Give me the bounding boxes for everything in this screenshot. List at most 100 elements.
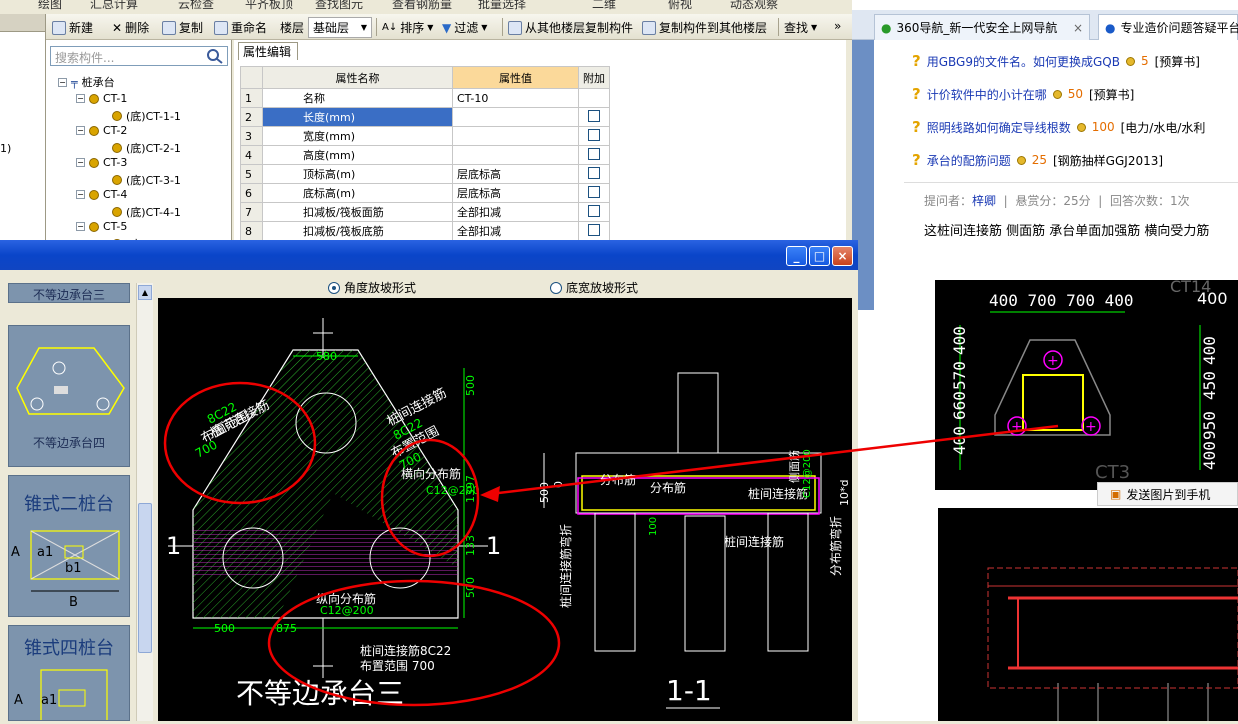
question-item[interactable]: ? 用GBG9的文件名。如何更换成GQB 5 [预算书] bbox=[912, 52, 1200, 70]
extra-checkbox[interactable] bbox=[588, 185, 600, 198]
scroll-up-icon[interactable]: ▲ bbox=[138, 285, 152, 300]
attached-cad-image[interactable]: 400 700 700 400 CT14 400 + + + 400 570 6… bbox=[935, 280, 1238, 490]
batch-select-button[interactable]: 批量选择 bbox=[478, 0, 526, 10]
property-row[interactable]: 1 名称 CT-10 bbox=[240, 88, 610, 108]
question-link[interactable]: 计价软件中的小计在哪 bbox=[927, 86, 1047, 103]
tree-subitem[interactable]: (底)CT-1-1 bbox=[112, 108, 181, 124]
property-value[interactable]: 全部扣减 bbox=[452, 221, 579, 241]
property-value[interactable] bbox=[452, 107, 579, 127]
tree-subitem[interactable]: (底)CT-2-1 bbox=[112, 140, 181, 156]
property-value[interactable]: CT-10 bbox=[452, 88, 579, 108]
thumb-unequal-3[interactable]: 不等边承台三 bbox=[8, 283, 130, 303]
tab-qa-platform[interactable]: ● 专业造价问题答疑平台 bbox=[1098, 14, 1238, 40]
thumb-unequal-4[interactable]: 不等边承台四 bbox=[8, 325, 130, 467]
thumb-cone-4pile[interactable]: 锥式四桩台 a1 A bbox=[8, 625, 130, 721]
property-row[interactable]: 7 扣减板/筏板面筋 全部扣减 bbox=[240, 202, 610, 222]
divider bbox=[904, 182, 1238, 183]
row-number: 6 bbox=[240, 183, 263, 203]
question-link[interactable]: 照明线路如何确定导线根数 bbox=[927, 119, 1071, 136]
collapse-icon[interactable]: − bbox=[76, 94, 85, 103]
svg-text:侧面筋: 侧面筋 bbox=[787, 450, 801, 483]
tree-subitem[interactable]: (底)CT-4-1 bbox=[112, 204, 181, 220]
align-slab-top-button[interactable]: 平齐板顶 bbox=[245, 0, 293, 10]
minimize-button[interactable]: _ bbox=[786, 246, 807, 266]
svg-text:400: 400 bbox=[950, 326, 969, 355]
collapse-icon[interactable]: − bbox=[76, 158, 85, 167]
extra-checkbox[interactable] bbox=[588, 109, 600, 122]
property-value[interactable]: 层底标高 bbox=[452, 183, 579, 203]
property-row[interactable]: 3 宽度(mm) bbox=[240, 126, 610, 146]
svg-text:660: 660 bbox=[950, 391, 969, 420]
svg-text:C12@200: C12@200 bbox=[802, 449, 813, 498]
scroll-thumb[interactable] bbox=[138, 503, 152, 653]
extra-checkbox[interactable] bbox=[588, 223, 600, 236]
extra-checkbox[interactable] bbox=[588, 128, 600, 141]
question-link[interactable]: 承台的配筋问题 bbox=[927, 152, 1011, 169]
question-item[interactable]: ? 照明线路如何确定导线根数 100 [电力/水电/水利 bbox=[912, 118, 1205, 136]
tab-360-nav[interactable]: ● 360导航_新一代安全上网导航 × bbox=[874, 14, 1090, 40]
property-value[interactable] bbox=[452, 126, 579, 146]
property-value[interactable]: 层底标高 bbox=[452, 164, 579, 184]
tree-item[interactable]: − CT-4 bbox=[76, 188, 127, 201]
asker-link[interactable]: 梓卿 bbox=[972, 194, 996, 208]
collapse-icon[interactable]: − bbox=[76, 126, 85, 135]
tree-item[interactable]: − CT-3 bbox=[76, 156, 127, 169]
dialog-title-bar[interactable] bbox=[0, 240, 858, 270]
tree-subitem[interactable]: (底)CT-3-1 bbox=[112, 172, 181, 188]
property-row[interactable]: 6 底标高(m) 层底标高 bbox=[240, 183, 610, 203]
property-row[interactable]: 2 长度(mm) bbox=[240, 107, 610, 127]
extra-checkbox[interactable] bbox=[588, 166, 600, 179]
cad-drawing[interactable]: 580 500 1397 133 500 500 875 桩间连接筋 8C22 … bbox=[158, 298, 852, 721]
tab-property-edit[interactable]: 属性编辑 bbox=[238, 42, 298, 60]
property-name: 底标高(m) bbox=[262, 183, 453, 203]
filter-button[interactable]: ▼ 过滤 ▼ bbox=[442, 19, 487, 36]
maximize-button[interactable]: □ bbox=[809, 246, 830, 266]
view-rebar-button[interactable]: 查看钢筋量 bbox=[392, 0, 452, 10]
property-value[interactable]: 全部扣减 bbox=[452, 202, 579, 222]
width-slope-radio[interactable]: 底宽放坡形式 bbox=[550, 279, 638, 296]
question-link[interactable]: 用GBG9的文件名。如何更换成GQB bbox=[927, 53, 1120, 70]
svg-text:分布筋: 分布筋 bbox=[650, 480, 686, 495]
toolbar-overflow-button[interactable]: » bbox=[834, 19, 841, 33]
find-button[interactable]: 查找 ▼ bbox=[784, 19, 817, 36]
svg-text:1: 1 bbox=[166, 532, 181, 560]
question-points: 25 bbox=[1031, 153, 1047, 167]
close-button[interactable]: × bbox=[832, 246, 853, 266]
shape-thumbnail-list: 不等边承台三 不等边承台四 锥式二桩台 a1 b1 A B 锥式四桩台 a1 A bbox=[0, 275, 154, 721]
property-row[interactable]: 8 扣减板/筏板底筋 全部扣减 bbox=[240, 221, 610, 241]
tree-item[interactable]: − CT-1 bbox=[76, 92, 127, 105]
tree-item[interactable]: − CT-5 bbox=[76, 220, 127, 233]
top-view-button[interactable]: 俯视 bbox=[668, 0, 692, 10]
send-to-phone-button[interactable]: ▣ 发送图片到手机 bbox=[1097, 482, 1238, 506]
copy-to-floor-icon bbox=[642, 20, 656, 35]
question-item[interactable]: ? 承台的配筋问题 25 [钢筋抽样GGJ2013] bbox=[912, 151, 1163, 169]
property-row[interactable]: 5 顶标高(m) 层底标高 bbox=[240, 164, 610, 184]
close-tab-icon[interactable]: × bbox=[1073, 21, 1083, 35]
collapse-icon[interactable]: − bbox=[76, 222, 85, 231]
view-2d-select[interactable]: 二维 bbox=[592, 0, 616, 10]
attached-cad-image-2[interactable] bbox=[938, 508, 1238, 721]
tree-item[interactable]: − CT-2 bbox=[76, 124, 127, 137]
svg-text:580: 580 bbox=[316, 350, 337, 363]
find-element-button[interactable]: 查找图元 bbox=[315, 0, 363, 10]
angle-slope-radio[interactable]: 角度放坡形式 bbox=[328, 279, 416, 296]
collapse-icon[interactable]: − bbox=[76, 190, 85, 199]
svg-text:C12@200: C12@200 bbox=[426, 484, 480, 497]
thumbnail-scrollbar[interactable]: ▲ bbox=[136, 283, 153, 721]
svg-text:桩间连接筋弯折: 桩间连接筋弯折 bbox=[558, 524, 573, 608]
phone-icon: ▣ bbox=[1110, 487, 1122, 501]
thumb-cone-2pile[interactable]: 锥式二桩台 a1 b1 A B bbox=[8, 475, 130, 617]
question-tag: [电力/水电/水利 bbox=[1120, 120, 1206, 135]
copy-to-floor-button[interactable]: 复制构件到其他楼层 bbox=[642, 19, 767, 36]
extra-checkbox[interactable] bbox=[588, 147, 600, 160]
copy-from-floor-button[interactable]: 从其他楼层复制构件 bbox=[508, 19, 633, 36]
extra-checkbox[interactable] bbox=[588, 204, 600, 217]
sort-button[interactable]: A↓ 排序 ▼ bbox=[382, 19, 433, 36]
property-row[interactable]: 4 高度(mm) bbox=[240, 145, 610, 165]
gear-icon bbox=[89, 125, 99, 136]
dynamic-view-button[interactable]: 动态观察 bbox=[730, 0, 778, 10]
question-item[interactable]: ? 计价软件中的小计在哪 50 [预算书] bbox=[912, 85, 1134, 103]
property-value[interactable] bbox=[452, 145, 579, 165]
floor-select[interactable]: 基础层 ▼ bbox=[308, 17, 372, 38]
sort-icon: A↓ bbox=[382, 22, 398, 33]
